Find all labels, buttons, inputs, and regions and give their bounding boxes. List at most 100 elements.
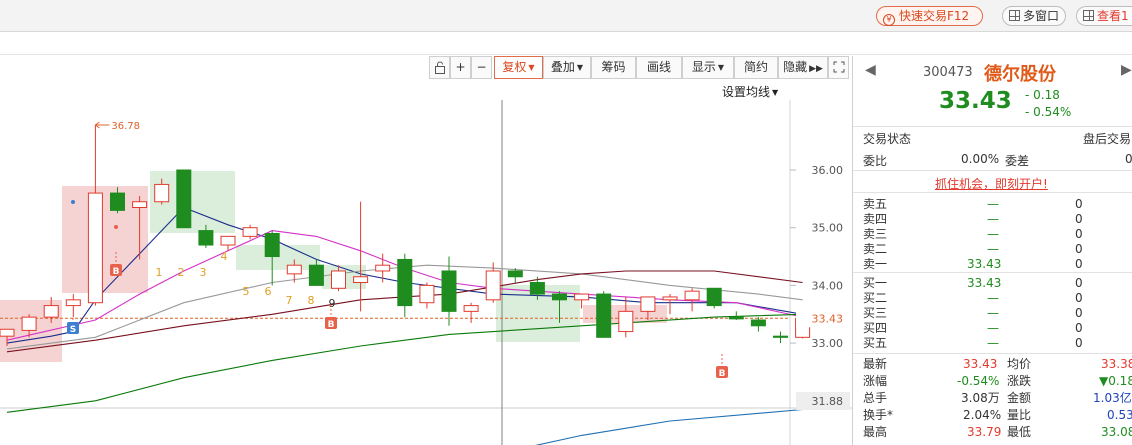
ask-label: 卖三 [863, 227, 888, 241]
bid-label: 买五 [863, 336, 888, 350]
draw-line-button[interactable]: 画线 [636, 56, 682, 79]
bear-candle [750, 317, 766, 332]
candle-body [529, 282, 545, 295]
stat-value: 33.43 [963, 357, 998, 371]
candle-body [419, 284, 435, 304]
stat-label: 换手* [863, 408, 894, 422]
signal-label: B [113, 267, 120, 277]
hide-button[interactable]: 隐藏 ▶▶ [778, 56, 828, 79]
signal-dot [114, 225, 118, 229]
ask-price: — [987, 227, 999, 241]
ask-label: 卖五 [863, 197, 888, 211]
quick-trade-button[interactable]: ¥ 快速交易F12 [876, 6, 983, 26]
candle-body [242, 227, 258, 237]
ask-row-2: 卖二 — 0 [863, 243, 1132, 255]
candle-body [375, 264, 391, 272]
ask-label: 卖一 [863, 257, 888, 271]
simple-button[interactable]: 简约 [734, 56, 778, 79]
bear-candle [773, 331, 788, 344]
display-button[interactable]: 显示 ▼ [682, 56, 734, 79]
bull-candle [87, 124, 103, 306]
candle-body [21, 316, 37, 331]
stat-value: ▼0.18 [1099, 374, 1132, 388]
ask-row-3: 卖三 — 0 [863, 228, 1132, 240]
bid-row-4: 买四 — 0 [863, 322, 1132, 334]
ask-label: 卖二 [863, 242, 888, 256]
price-change-pct: - 0.54% [1025, 105, 1072, 119]
bear-candle [441, 256, 457, 326]
view-label: 查看1 [1097, 9, 1129, 23]
top-bar: ¥ 快速交易F12 多窗口 查看1 [0, 0, 1132, 32]
multi-window-label: 多窗口 [1023, 9, 1060, 23]
candle-body [87, 192, 103, 304]
stat-value: 33.79 [967, 425, 1002, 439]
bid-volume: 0 [1075, 276, 1083, 290]
overlay-label: 叠加 [550, 60, 575, 74]
stat-value: 0.53 [1107, 408, 1132, 422]
ask-volume: 0 [1075, 212, 1083, 226]
zoom-out-button[interactable]: − [471, 56, 492, 79]
stat-value: 2.04% [963, 408, 1002, 422]
bull-candle [419, 282, 435, 309]
ask-row-1: 卖一 33.43 0 [863, 258, 1132, 270]
plus-icon: + [455, 60, 466, 74]
candle-body [264, 232, 280, 258]
stat-label: 最高 [863, 425, 888, 439]
ma-settings-dropdown[interactable]: 设置均线 ▼ [722, 83, 778, 100]
bull-candle [242, 224, 258, 240]
ask-price: — [987, 212, 999, 226]
next-stock-arrow[interactable]: ▶ [1121, 62, 1132, 78]
ask-price: — [987, 242, 999, 256]
bid-volume: 0 [1075, 336, 1083, 350]
signal-label: S [70, 325, 76, 335]
candle-body [110, 192, 125, 211]
stat-label: 最新 [863, 357, 888, 371]
stat-value: -0.54% [957, 374, 1000, 388]
view-button[interactable]: 查看1 [1076, 6, 1132, 26]
bear-candle [706, 287, 722, 309]
ask-volume: 0 [1075, 197, 1083, 211]
zoom-in-button[interactable]: + [450, 56, 471, 79]
simple-label: 简约 [743, 60, 768, 74]
quote-panel: ◀ 300473 德尔股份 ▶ 33.43 - 0.18 - 0.54% 交易状… [852, 56, 1132, 445]
bid-price: — [987, 336, 999, 350]
stat-row-latest: 最新 33.43 均价 33.38 [863, 356, 1132, 373]
last-price: 33.43 [939, 88, 1012, 114]
candle-body [441, 270, 457, 312]
adjust-button[interactable]: 复权 ▼ [494, 56, 543, 79]
chips-button[interactable]: 筹码 [591, 56, 636, 79]
kline-chart[interactable]: 36.781 2 345 67 8 9SBBB 36.0035.0034.0033.003… [0, 100, 852, 445]
prev-stock-arrow[interactable]: ◀ [865, 62, 876, 78]
candle-body [397, 258, 413, 307]
ma-settings-label: 设置均线 [722, 85, 771, 99]
double-arrow-icon: ▶▶ [809, 64, 823, 74]
bid-row-2: 买二 — 0 [863, 292, 1132, 304]
y-tick-label: 35.00 [812, 222, 844, 235]
price-change: - 0.18 [1025, 88, 1060, 102]
bid-volume: 0 [1075, 291, 1083, 305]
open-account-link[interactable]: 抓住机会，即刻开户! [935, 175, 1048, 192]
after-hours-trade-link[interactable]: 盘后交易 [1083, 130, 1131, 147]
bull-candle [65, 294, 81, 318]
nine-count-label: 4 [221, 250, 228, 263]
candle-body [353, 276, 369, 284]
ask-volume: 0 [1075, 242, 1083, 256]
fullscreen-button[interactable] [828, 56, 849, 79]
stock-name: 德尔股份 [984, 64, 1056, 85]
bear-candle [176, 169, 192, 229]
view-icon [1083, 10, 1094, 21]
multi-window-button[interactable]: 多窗口 [1002, 6, 1066, 26]
ask-price: — [987, 197, 999, 211]
candle-body [640, 296, 656, 312]
minus-icon: − [476, 60, 487, 74]
lock-button[interactable] [429, 56, 450, 79]
candle-body [596, 293, 612, 338]
stat-label: 最低 [1007, 425, 1032, 439]
commission-diff-value: 0 [1125, 152, 1132, 166]
ask-volume: 0 [1075, 257, 1083, 271]
candle-body [574, 293, 590, 301]
nine-count-label: 2 [178, 266, 185, 279]
annotations: 36.78 1 2 3 4 5 6 7 8 9 S B B B [67, 121, 728, 379]
overlay-button[interactable]: 叠加 ▼ [543, 56, 591, 79]
candle-body [485, 270, 501, 301]
